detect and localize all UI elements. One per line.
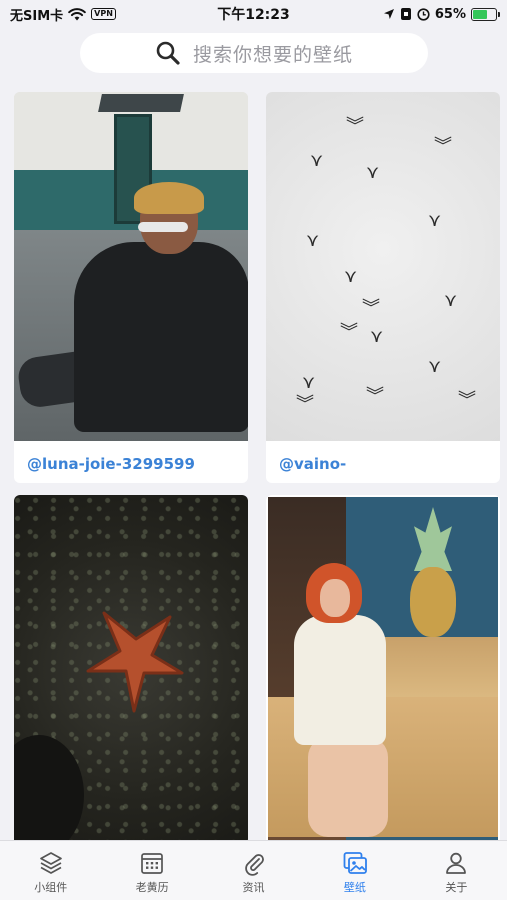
wallpaper-card[interactable]	[14, 495, 248, 845]
vpn-badge: VPN	[91, 8, 116, 20]
battery-percent: 65%	[434, 6, 466, 22]
tab-news[interactable]: 资讯	[203, 841, 304, 900]
lock-rotation-icon	[400, 8, 411, 20]
author-link[interactable]: @luna-joie-3299599	[27, 455, 195, 473]
author-link[interactable]: @vaino-	[279, 455, 346, 473]
tab-label: 壁纸	[343, 881, 366, 894]
battery-icon	[471, 7, 500, 21]
wifi-icon	[68, 7, 86, 20]
layers-icon	[39, 852, 62, 874]
wallpaper-card[interactable]: ︾ ⋎ ⋎ ︾ ⋎ ⋎ ⋎ ︾ ⋎ ︾ ⋎ ⋎ ⋎ ︾ ︾ ︾ @vaino-	[266, 92, 500, 483]
tab-about[interactable]: 关于	[406, 841, 507, 900]
wallpaper-card[interactable]	[266, 495, 500, 845]
gallery-icon	[343, 852, 367, 874]
wallpaper-image[interactable]	[268, 497, 498, 845]
tab-label: 资讯	[242, 881, 265, 894]
tab-wallpaper[interactable]: 壁纸	[304, 841, 405, 900]
wallpaper-image[interactable]: ︾ ⋎ ⋎ ︾ ⋎ ⋎ ⋎ ︾ ⋎ ︾ ⋎ ⋎ ⋎ ︾ ︾ ︾	[266, 92, 500, 441]
search-input[interactable]: 搜索你想要的壁纸	[193, 40, 353, 67]
person-icon	[446, 852, 467, 874]
tab-widgets[interactable]: 小组件	[0, 841, 101, 900]
alarm-icon	[417, 7, 430, 21]
tab-bar: 小组件 老黄历 资讯 壁纸 关于	[0, 840, 507, 900]
tab-label: 关于	[445, 881, 468, 894]
tab-almanac[interactable]: 老黄历	[101, 841, 202, 900]
clock: 下午12:23	[217, 7, 290, 23]
calendar-icon	[141, 853, 163, 874]
tab-label: 小组件	[34, 881, 68, 894]
starfish-shape	[86, 611, 184, 713]
carrier-label: 无SIM卡	[10, 8, 64, 24]
wallpaper-image[interactable]	[14, 495, 248, 845]
search-icon	[156, 41, 180, 65]
location-arrow-icon	[383, 9, 394, 19]
search-bar[interactable]: 搜索你想要的壁纸	[80, 33, 428, 73]
paperclip-icon	[244, 854, 264, 876]
status-bar: 无SIM卡 VPN 下午12:23 65%	[0, 0, 507, 28]
tab-label: 老黄历	[135, 881, 169, 894]
wallpaper-image[interactable]	[14, 92, 248, 441]
wallpaper-card[interactable]: @luna-joie-3299599	[14, 92, 248, 483]
